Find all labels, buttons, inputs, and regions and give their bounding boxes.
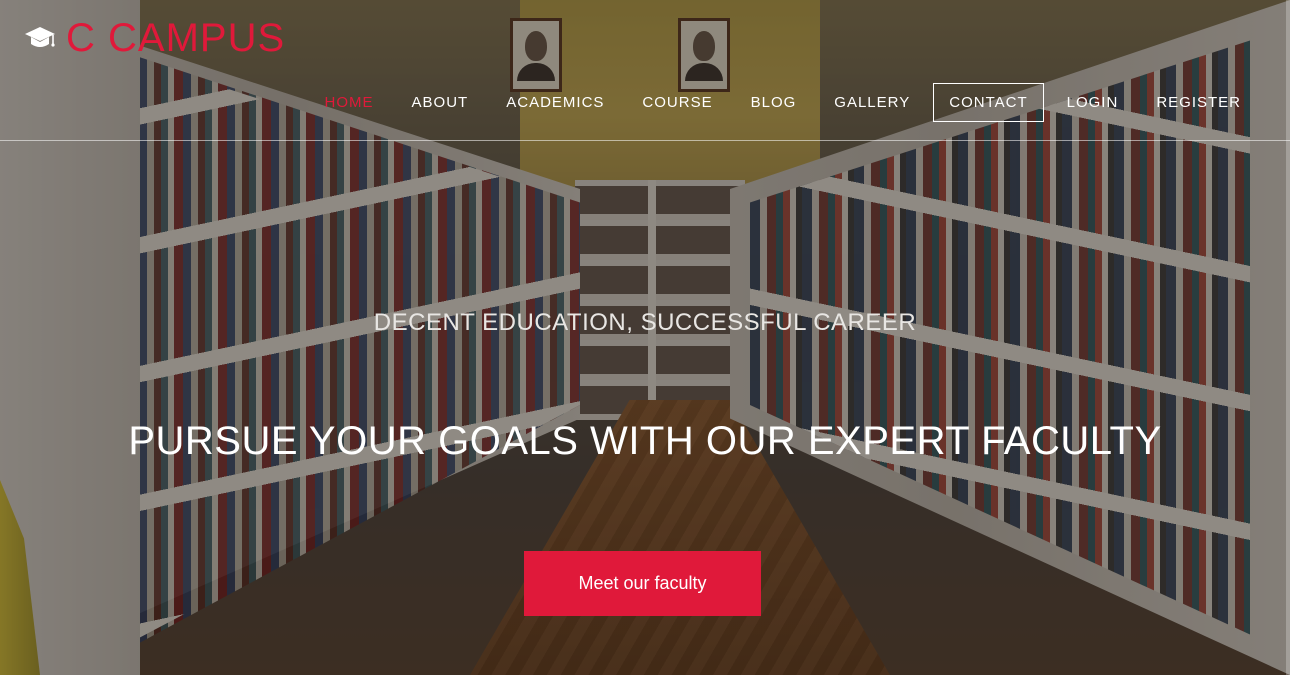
hero-headline: PURSUE YOUR GOALS WITH OUR EXPERT FACULT…	[128, 419, 1162, 463]
nav-login[interactable]: LOGIN	[1048, 84, 1138, 121]
nav-home[interactable]: HOME	[306, 84, 393, 121]
nav-course[interactable]: COURSE	[623, 84, 731, 121]
nav-about[interactable]: ABOUT	[393, 84, 488, 121]
brand-name: C CAMPUS	[66, 16, 286, 60]
nav-academics[interactable]: ACADEMICS	[487, 84, 623, 121]
hero-section: C CAMPUS HOME ABOUT ACADEMICS COURSE BLO…	[0, 0, 1290, 675]
nav-contact[interactable]: CONTACT	[933, 83, 1044, 122]
meet-faculty-button[interactable]: Meet our faculty	[524, 551, 761, 616]
hero-subtitle: DECENT EDUCATION, SUCCESSFUL CAREER	[373, 309, 917, 336]
header-divider	[0, 140, 1290, 141]
main-navigation: HOME ABOUT ACADEMICS COURSE BLOG GALLERY…	[306, 83, 1260, 122]
nav-gallery[interactable]: GALLERY	[815, 84, 929, 121]
graduation-cap-icon	[25, 27, 55, 47]
nav-blog[interactable]: BLOG	[732, 84, 816, 121]
page-scrollbar[interactable]	[1286, 0, 1290, 675]
nav-register[interactable]: REGISTER	[1137, 84, 1260, 121]
brand-logo[interactable]: C CAMPUS	[24, 18, 285, 58]
